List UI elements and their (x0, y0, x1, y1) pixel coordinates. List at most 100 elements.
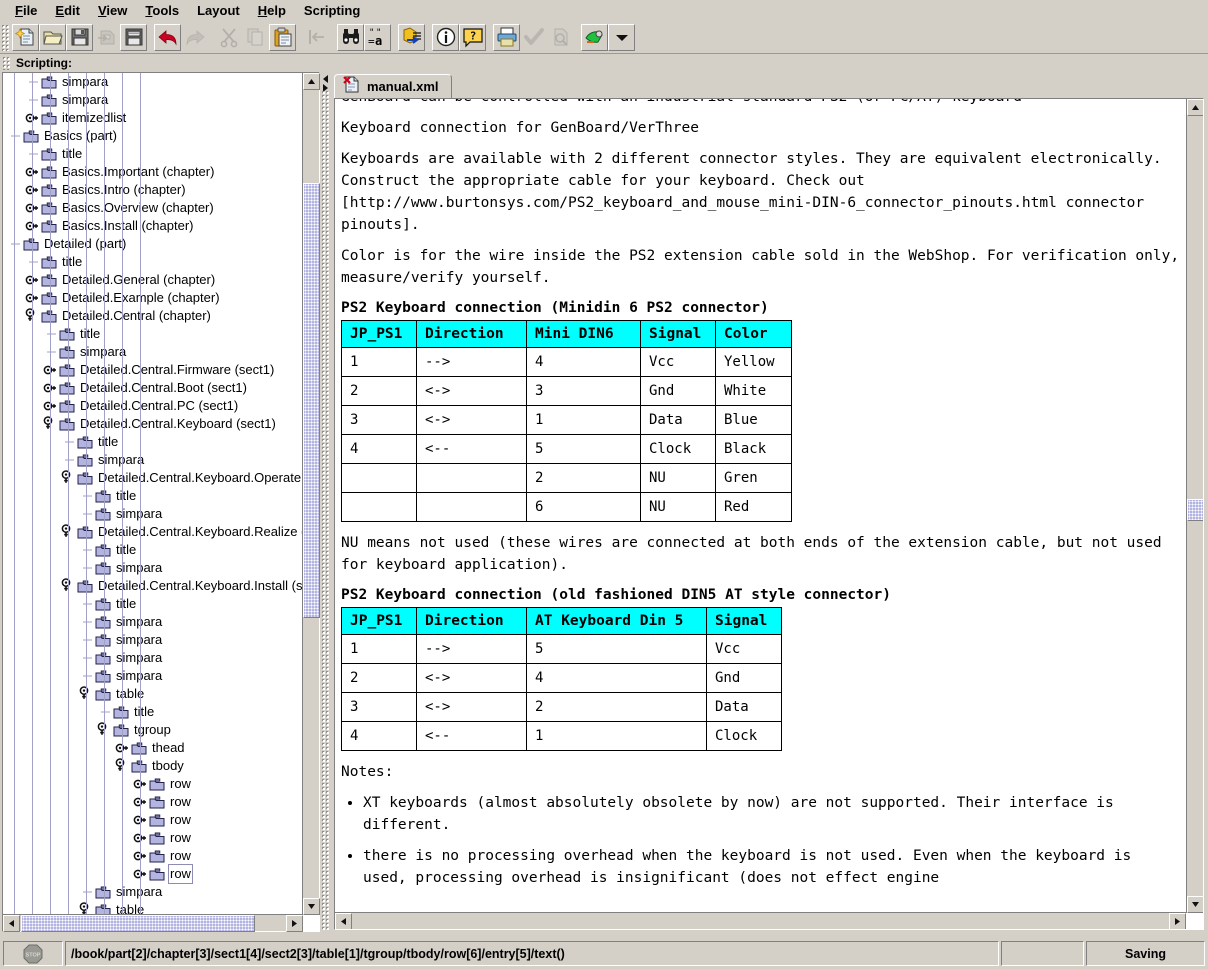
tree-expand-handle-icon[interactable] (133, 865, 149, 883)
tree-node[interactable]: Basics (part) (3, 127, 303, 145)
tree-node[interactable]: title (3, 487, 303, 505)
tree-node[interactable]: simpara (3, 451, 303, 469)
tree-node[interactable]: tbody (3, 757, 303, 775)
tree-node[interactable]: Detailed.Central.Keyboard.Install (se (3, 577, 303, 595)
menu-file[interactable]: File (6, 1, 46, 20)
new-icon[interactable] (12, 23, 39, 51)
scripting-grip[interactable] (2, 56, 11, 70)
replace-text-icon[interactable]: " " = a (364, 23, 391, 51)
dropdown-arrow-icon[interactable] (608, 23, 635, 51)
toolbar-grip[interactable] (1, 23, 10, 51)
tree-vertical-scroll-thumb[interactable] (303, 183, 320, 618)
tree-node[interactable]: row (3, 829, 303, 847)
menu-view[interactable]: View (89, 1, 136, 20)
tree-expand-handle-icon[interactable] (133, 793, 149, 811)
tree-node[interactable]: table (3, 685, 303, 703)
tree-node[interactable]: row (3, 775, 303, 793)
tree-node[interactable]: itemizedlist (3, 109, 303, 127)
tree-node[interactable]: Basics.Overview (chapter) (3, 199, 303, 217)
tree-node[interactable]: simpara (3, 91, 303, 109)
tree-expand-handle-icon[interactable] (133, 775, 149, 793)
document-scroll-right-button[interactable] (1169, 913, 1186, 929)
tree-collapse-handle-icon[interactable] (115, 757, 131, 775)
script-run-icon[interactable] (581, 23, 608, 51)
undo-icon[interactable] (154, 23, 181, 51)
document-scroll-left-button[interactable] (335, 913, 352, 929)
tree-node[interactable]: title (3, 703, 303, 721)
tree-collapse-handle-icon[interactable] (79, 901, 95, 915)
tree-node[interactable]: Detailed (part) (3, 235, 303, 253)
tree-node[interactable]: simpara (3, 73, 303, 91)
tree-scroll-down-button[interactable] (303, 898, 320, 915)
menu-edit[interactable]: Edit (46, 1, 89, 20)
tree-node[interactable]: row (3, 811, 303, 829)
document-content[interactable]: GenBoard can be controlled with an indus… (335, 99, 1186, 913)
tree-expand-handle-icon[interactable] (133, 829, 149, 847)
tree-node[interactable]: Detailed.Central.Keyboard.Realize (s (3, 523, 303, 541)
info-icon[interactable] (432, 23, 459, 51)
tree-collapse-handle-icon[interactable] (43, 415, 59, 433)
stop-button[interactable]: STOP (3, 941, 63, 966)
tree-node[interactable]: row (3, 864, 303, 884)
tree-collapse-handle-icon[interactable] (97, 721, 113, 739)
open-folder-icon[interactable] (39, 23, 66, 51)
tree-node[interactable]: title (3, 253, 303, 271)
tree-node[interactable]: table (3, 901, 303, 915)
paste-clipboard-icon[interactable] (269, 23, 296, 51)
tree-node[interactable]: simpara (3, 505, 303, 523)
tab-manual-xml[interactable]: manual.xml (334, 74, 452, 99)
menu-help[interactable]: Help (249, 1, 295, 20)
document-scroll-down-button[interactable] (1187, 896, 1203, 913)
tree-node[interactable]: row (3, 847, 303, 865)
tree-node[interactable]: simpara (3, 343, 303, 361)
print-icon[interactable] (493, 23, 520, 51)
menu-layout[interactable]: Layout (188, 1, 249, 20)
tree-node[interactable]: Detailed.General (chapter) (3, 271, 303, 289)
help-question-icon[interactable]: ? (459, 23, 486, 51)
tree-expand-handle-icon[interactable] (25, 289, 41, 307)
tree-node[interactable]: Detailed.Central (chapter) (3, 307, 303, 325)
tree-node[interactable]: Detailed.Central.Keyboard (sect1) (3, 415, 303, 433)
tree-node[interactable]: title (3, 433, 303, 451)
export-icon[interactable] (398, 23, 425, 51)
document-horizontal-scrollbar[interactable] (335, 912, 1186, 929)
tree-scroll-up-button[interactable] (303, 73, 320, 90)
tree-node[interactable]: title (3, 325, 303, 343)
tree-node[interactable]: simpara (3, 667, 303, 685)
tree-collapse-handle-icon[interactable] (79, 685, 95, 703)
tree-collapse-handle-icon[interactable] (25, 307, 41, 325)
tree-expand-handle-icon[interactable] (25, 163, 41, 181)
document-vertical-scroll-thumb[interactable] (1187, 499, 1203, 521)
tree-expand-handle-icon[interactable] (25, 109, 41, 127)
tree-node[interactable]: Detailed.Central.Firmware (sect1) (3, 361, 303, 379)
tree-node[interactable]: Detailed.Central.Keyboard.Operate (s (3, 469, 303, 487)
tree-horizontal-scrollbar[interactable] (3, 914, 303, 932)
tree-node[interactable]: simpara (3, 613, 303, 631)
tree-expand-handle-icon[interactable] (133, 847, 149, 865)
tree-expand-handle-icon[interactable] (25, 271, 41, 289)
tree-collapse-handle-icon[interactable] (61, 577, 77, 595)
document-horizontal-scroll-track[interactable] (353, 913, 1167, 929)
find-binoculars-icon[interactable] (337, 23, 364, 51)
document-scroll-up-button[interactable] (1187, 99, 1203, 116)
tree-node[interactable]: simpara (3, 631, 303, 649)
tree-node[interactable]: title (3, 541, 303, 559)
tree-node[interactable]: Detailed.Example (chapter) (3, 289, 303, 307)
tree-node[interactable]: title (3, 595, 303, 613)
tree-scroll-right-button[interactable] (286, 915, 303, 932)
document-tree[interactable]: simparasimparaitemizedlistBasics (part)t… (3, 73, 303, 915)
tree-collapse-handle-icon[interactable] (61, 523, 77, 541)
save-all-icon[interactable] (120, 23, 147, 51)
menu-tools[interactable]: Tools (136, 1, 188, 20)
tree-node[interactable]: Detailed.Central.PC (sect1) (3, 397, 303, 415)
tree-node[interactable]: simpara (3, 649, 303, 667)
document-editor-area[interactable]: GenBoard can be controlled with an indus… (334, 98, 1204, 930)
tree-node[interactable]: simpara (3, 883, 303, 901)
tree-node[interactable]: thead (3, 739, 303, 757)
save-icon[interactable] (66, 23, 93, 51)
tree-expand-handle-icon[interactable] (25, 199, 41, 217)
tree-expand-handle-icon[interactable] (25, 181, 41, 199)
menu-scripting[interactable]: Scripting (295, 1, 369, 20)
tree-expand-handle-icon[interactable] (43, 397, 59, 415)
divider-collapse-left-button[interactable] (321, 74, 329, 83)
